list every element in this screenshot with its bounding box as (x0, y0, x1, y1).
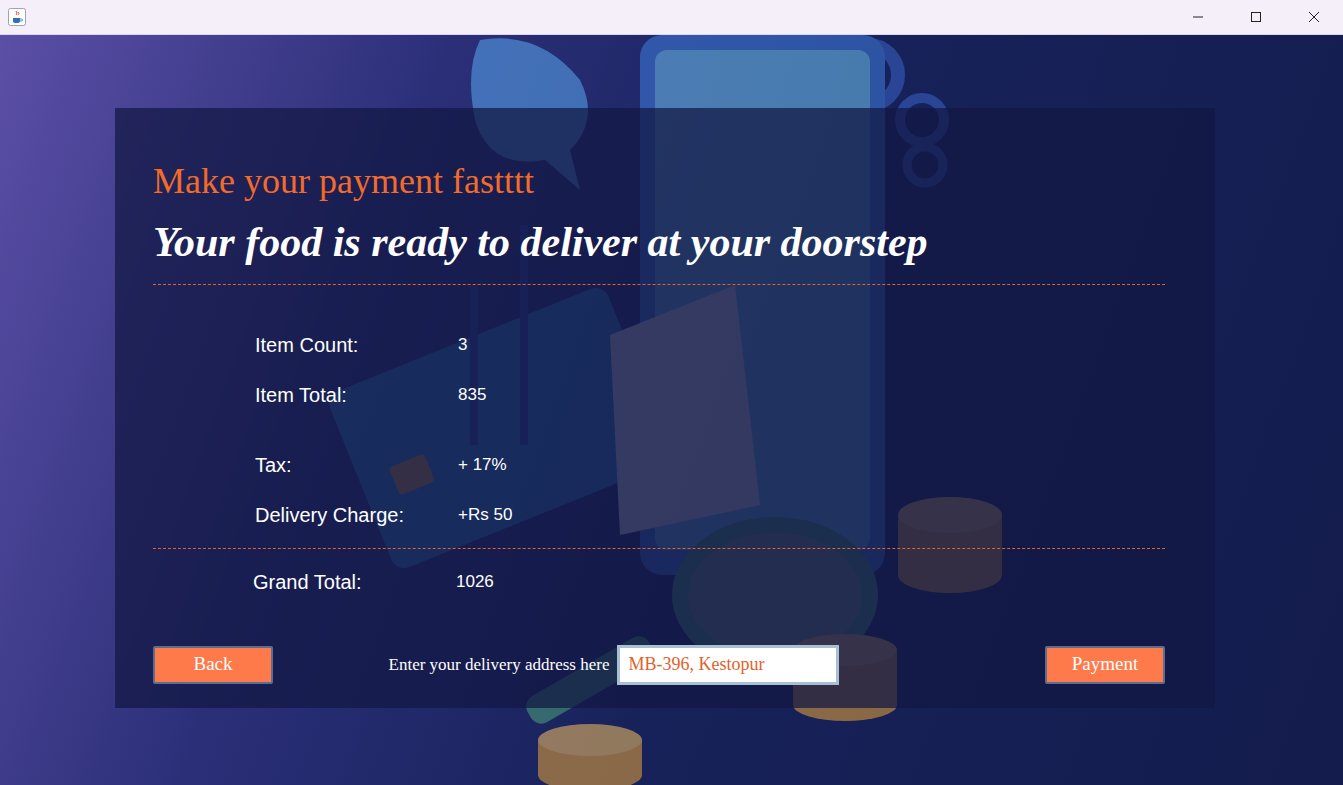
summary-label: Item Total: (255, 380, 458, 410)
title-bar (0, 0, 1343, 35)
back-button[interactable]: Back (153, 646, 273, 684)
divider-line (153, 284, 1165, 285)
app-area (0, 8, 26, 26)
delivery-subheading: Your food is ready to deliver at your do… (153, 217, 1165, 267)
summary-value: 835 (458, 382, 486, 408)
minimize-icon[interactable] (1169, 0, 1227, 35)
summary-row: Item Total:835 (255, 370, 1165, 420)
summary-row: Delivery Charge:+Rs 50 (255, 490, 1165, 540)
summary-value: +Rs 50 (458, 502, 512, 528)
address-group: Enter your delivery address here (389, 645, 840, 685)
address-field[interactable] (617, 645, 839, 685)
payment-button[interactable]: Payment (1045, 646, 1165, 684)
summary-list: Item Count:3Item Total:835Tax:+ 17%Deliv… (153, 320, 1165, 540)
summary-row: Item Count:3 (255, 320, 1165, 370)
grand-total-label: Grand Total: (253, 567, 456, 597)
window-content: Make your payment fastttt Your food is r… (0, 35, 1343, 785)
close-icon[interactable] (1285, 0, 1343, 35)
payment-heading: Make your payment fastttt (153, 160, 1165, 203)
summary-label: Item Count: (255, 330, 458, 360)
window-controls (1169, 0, 1343, 35)
summary-value: 3 (458, 332, 467, 358)
payment-panel: Make your payment fastttt Your food is r… (115, 108, 1215, 708)
action-bar: Back Enter your delivery address here Pa… (153, 645, 1165, 685)
grand-total-value: 1026 (456, 569, 494, 595)
summary-value: + 17% (458, 452, 507, 478)
java-icon (8, 8, 26, 26)
address-label: Enter your delivery address here (389, 652, 610, 678)
maximize-icon[interactable] (1227, 0, 1285, 35)
summary-label: Delivery Charge: (255, 500, 458, 530)
summary-label: Tax: (255, 450, 458, 480)
grand-total-row: Grand Total: 1026 (153, 557, 1165, 607)
summary-row: Tax:+ 17% (255, 440, 1165, 490)
divider-line (153, 548, 1165, 549)
